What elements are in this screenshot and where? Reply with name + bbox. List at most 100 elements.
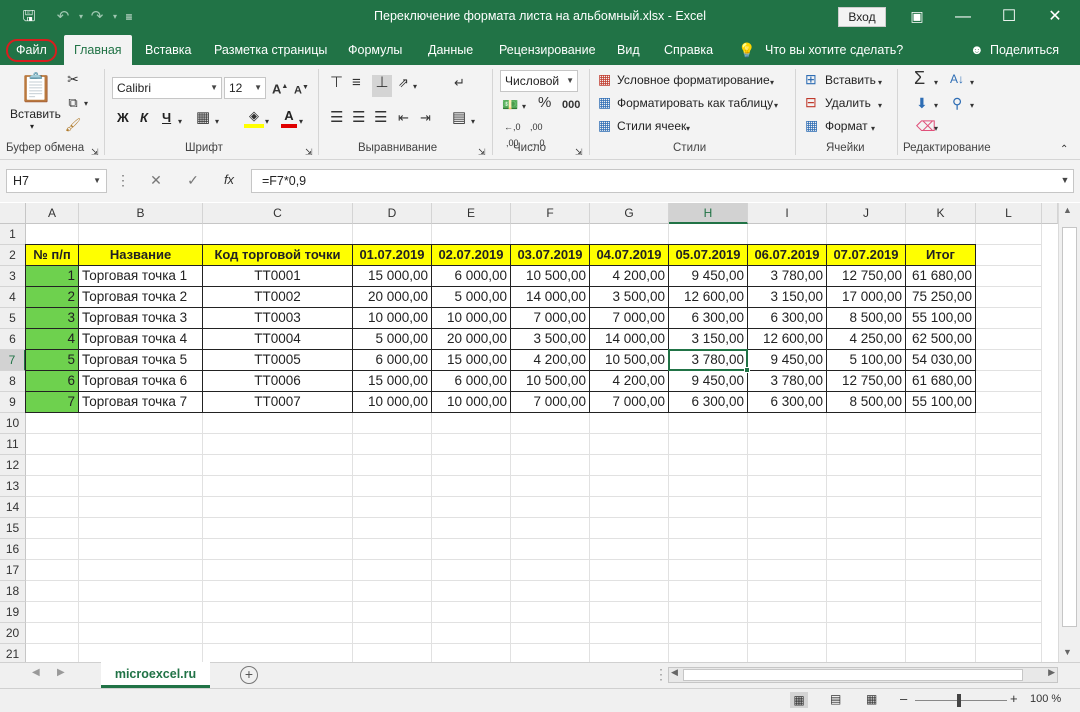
row-header[interactable]: 2 [0, 245, 26, 266]
empty-cell[interactable] [669, 518, 748, 539]
column-header-e[interactable]: E [432, 203, 511, 224]
empty-cell[interactable] [79, 497, 203, 518]
table-cell[interactable]: 6 000,00 [432, 371, 511, 392]
table-cell[interactable]: 9 450,00 [669, 266, 748, 287]
find-select-icon[interactable]: ⚲ [952, 95, 962, 111]
table-cell[interactable]: 20 000,00 [353, 287, 432, 308]
increase-indent-icon[interactable]: ⇥ [420, 110, 431, 126]
empty-cell[interactable] [590, 434, 669, 455]
table-cell[interactable]: 10 500,00 [590, 350, 669, 371]
table-cell[interactable]: ТТ0006 [203, 371, 353, 392]
tab-home[interactable]: Главная [64, 35, 132, 65]
align-center-icon[interactable]: ☰ [352, 110, 365, 126]
empty-cell[interactable] [669, 434, 748, 455]
empty-cell[interactable] [976, 476, 1042, 497]
empty-cell[interactable] [748, 224, 827, 245]
empty-cell[interactable] [590, 602, 669, 623]
empty-cell[interactable] [976, 497, 1042, 518]
cancel-icon[interactable]: ✕ [145, 169, 167, 193]
tab-help[interactable]: Справка [664, 35, 713, 65]
empty-cell[interactable] [976, 329, 1042, 350]
align-left-icon[interactable]: ☰ [330, 110, 343, 126]
empty-cell[interactable] [590, 623, 669, 644]
empty-cell[interactable] [203, 455, 353, 476]
empty-cell[interactable] [26, 644, 79, 662]
table-cell[interactable]: 5 000,00 [353, 329, 432, 350]
empty-cell[interactable] [906, 602, 976, 623]
alignment-launcher-icon[interactable]: ⇲ [478, 144, 486, 160]
empty-cell[interactable] [79, 476, 203, 497]
paste-icon[interactable]: 📋 [18, 71, 54, 107]
empty-cell[interactable] [432, 224, 511, 245]
empty-cell[interactable] [590, 455, 669, 476]
empty-cell[interactable] [203, 434, 353, 455]
empty-cell[interactable] [906, 434, 976, 455]
empty-cell[interactable] [511, 581, 590, 602]
empty-cell[interactable] [353, 518, 432, 539]
table-cell[interactable]: 12 600,00 [669, 287, 748, 308]
empty-cell[interactable] [976, 413, 1042, 434]
empty-cell[interactable] [432, 497, 511, 518]
zoom-slider-thumb[interactable] [957, 694, 961, 707]
empty-cell[interactable] [669, 644, 748, 662]
format-cells-button[interactable]: Формат [825, 119, 868, 133]
column-header-i[interactable]: I [748, 203, 827, 224]
table-cell[interactable]: 3 780,00 [748, 371, 827, 392]
clear-icon[interactable]: ⌫ [916, 118, 936, 134]
empty-cell[interactable] [203, 560, 353, 581]
format-cells-icon[interactable]: ▦ [805, 117, 818, 133]
format-as-table-button[interactable]: Форматировать как таблицу [617, 96, 773, 110]
empty-cell[interactable] [353, 455, 432, 476]
empty-cell[interactable] [511, 560, 590, 581]
empty-cell[interactable] [353, 497, 432, 518]
cell-styles-button[interactable]: Стили ячеек [617, 119, 686, 133]
fill-handle[interactable] [744, 367, 750, 373]
grow-font-icon[interactable]: A▲ [272, 79, 288, 97]
tab-formulas[interactable]: Формулы [348, 35, 402, 65]
fill-icon[interactable]: ⬇ [916, 95, 928, 111]
collapse-ribbon-icon[interactable]: ⌃ [1060, 142, 1068, 158]
table-cell[interactable]: ТТ0004 [203, 329, 353, 350]
vertical-scrollbar[interactable]: ▲ ▼ [1058, 203, 1080, 662]
table-cell[interactable]: 3 780,00 [748, 266, 827, 287]
empty-cell[interactable] [748, 602, 827, 623]
table-cell[interactable]: 7 000,00 [511, 392, 590, 413]
empty-cell[interactable] [79, 560, 203, 581]
percent-icon[interactable]: % [538, 95, 551, 111]
insert-cells-button[interactable]: Вставить [825, 73, 876, 87]
empty-cell[interactable] [590, 497, 669, 518]
empty-cell[interactable] [203, 581, 353, 602]
conditional-formatting-button[interactable]: Условное форматирование [617, 73, 770, 87]
empty-cell[interactable] [748, 476, 827, 497]
empty-cell[interactable] [590, 644, 669, 662]
paste-dropdown-icon[interactable]: ▾ [30, 122, 34, 131]
table-cell[interactable]: ТТ0003 [203, 308, 353, 329]
zoom-slider[interactable] [915, 700, 1007, 701]
add-sheet-icon[interactable]: + [240, 666, 258, 684]
table-cell[interactable]: 14 000,00 [511, 287, 590, 308]
table-cell[interactable]: 75 250,00 [906, 287, 976, 308]
table-header-cell[interactable]: 03.07.2019 [511, 245, 590, 266]
table-header-cell[interactable]: 06.07.2019 [748, 245, 827, 266]
empty-cell[interactable] [827, 581, 906, 602]
tab-view[interactable]: Вид [617, 35, 640, 65]
empty-cell[interactable] [79, 434, 203, 455]
table-cell[interactable]: 6 300,00 [669, 392, 748, 413]
table-cell[interactable]: 9 450,00 [669, 371, 748, 392]
empty-cell[interactable] [906, 224, 976, 245]
table-cell[interactable]: Торговая точка 2 [79, 287, 203, 308]
table-cell[interactable]: 3 150,00 [669, 329, 748, 350]
page-layout-view-icon[interactable]: ▤ [830, 692, 841, 706]
empty-cell[interactable] [827, 413, 906, 434]
empty-cell[interactable] [203, 476, 353, 497]
empty-cell[interactable] [976, 602, 1042, 623]
empty-cell[interactable] [26, 623, 79, 644]
table-cell[interactable]: 8 500,00 [827, 392, 906, 413]
row-header[interactable]: 10 [0, 413, 26, 434]
italic-button[interactable]: К [140, 110, 148, 125]
column-header-h[interactable]: H [669, 203, 748, 224]
close-button[interactable]: ✕ [1032, 0, 1078, 35]
row-header[interactable]: 11 [0, 434, 26, 455]
horizontal-scrollbar[interactable]: ◀ ▶ [668, 667, 1058, 683]
empty-cell[interactable] [976, 581, 1042, 602]
